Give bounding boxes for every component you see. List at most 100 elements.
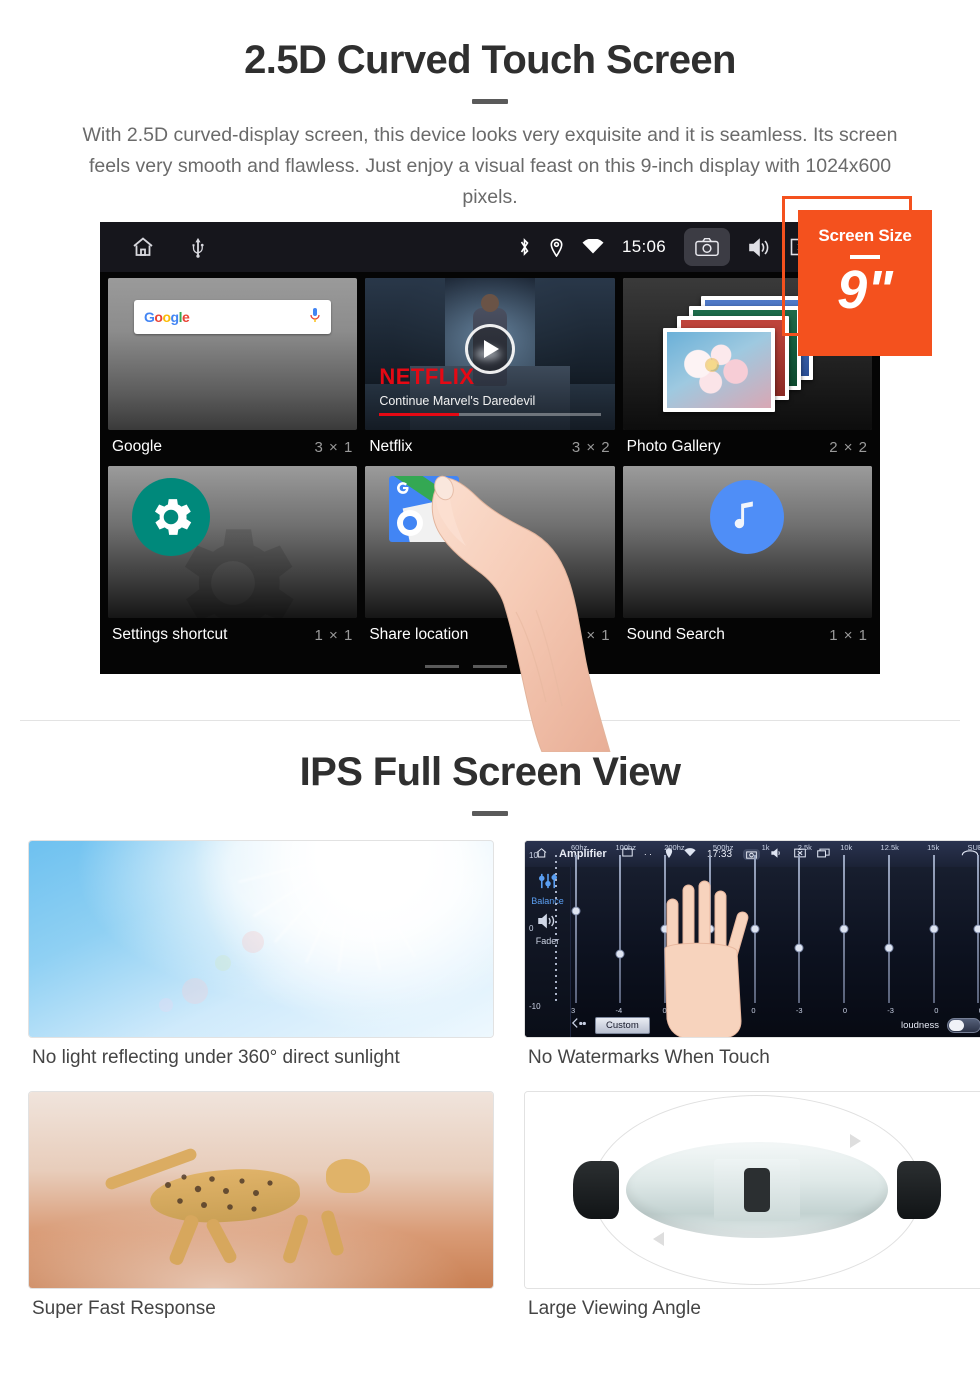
eq-slider[interactable] <box>839 855 849 1003</box>
netflix-brand: NETFLIX <box>379 364 475 389</box>
badge-title: Screen Size <box>818 226 912 245</box>
widget-label: Google <box>112 438 162 455</box>
widget-label: Netflix <box>369 438 413 455</box>
preset-prev-icon[interactable] <box>571 1016 587 1034</box>
feature-caption: No light reflecting under 360° direct su… <box>32 1047 400 1068</box>
eq-slider[interactable] <box>615 855 625 1003</box>
section2-title: IPS Full Screen View <box>299 750 681 794</box>
eq-slider[interactable] <box>929 855 939 1003</box>
eq-slider-knob[interactable] <box>973 924 980 934</box>
google-search-box[interactable]: Google <box>134 300 332 334</box>
loudness-label: loudness <box>900 1019 939 1031</box>
sunlight-sky-photo <box>28 840 494 1038</box>
eq-scale-mid: 0 <box>529 923 534 933</box>
feature-row-2: Super Fast Response Large Viewing Angle <box>0 1091 980 1334</box>
widget-label: Sound Search <box>626 626 725 643</box>
eq-band-label: 60hz <box>571 843 588 852</box>
eq-slider-knob[interactable] <box>929 924 939 934</box>
eq-band-label: 100hz <box>615 843 636 852</box>
eq-band-label: 15k <box>927 843 940 852</box>
page-dot-active[interactable] <box>521 665 555 668</box>
volume-icon[interactable] <box>748 237 772 258</box>
feature-card-viewing-angle: Large Viewing Angle <box>524 1091 980 1334</box>
eq-scale-bottom: -10 <box>529 1002 541 1011</box>
widget-size: 3 × 1 <box>314 438 354 456</box>
rotation-arrow-icon <box>653 1232 664 1246</box>
netflix-subtitle: Continue Marvel's Daredevil <box>379 394 536 408</box>
eq-slider-knob[interactable] <box>615 949 625 959</box>
eq-slider[interactable] <box>794 855 804 1003</box>
page-dot[interactable] <box>473 665 507 668</box>
eq-slider[interactable] <box>973 855 980 1003</box>
widget-label: Settings shortcut <box>112 626 228 643</box>
android-head-unit-screen: 15:06 Google Google 3 × 1 NETFLIX Contin… <box>100 222 880 674</box>
eq-band-labels: 60hz 100hz 200hz 500hz 1k 2.5k 10k 12.5k 15k SUB <box>571 843 980 852</box>
page-indicator[interactable] <box>100 665 880 668</box>
ips-full-screen-view-section: IPS Full Screen View <box>0 750 980 816</box>
widget-settings-shortcut[interactable]: Settings shortcut 1 × 1 <box>108 466 358 654</box>
photo-frame-blossom <box>662 328 775 412</box>
widget-netflix[interactable]: NETFLIX Continue Marvel's Daredevil Netf… <box>365 278 615 466</box>
curved-touch-screen-section: 2.5D Curved Touch Screen With 2.5D curve… <box>0 0 980 753</box>
eq-band-label: 10k <box>840 843 853 852</box>
eq-slider-knob[interactable] <box>571 906 580 915</box>
widget-row-1: Google Google 3 × 1 NETFLIX Continue Mar… <box>104 278 876 466</box>
rotation-arrow-icon <box>850 1134 861 1148</box>
feature-card-fast-response: Super Fast Response <box>28 1091 494 1334</box>
feature-row-1: No light reflecting under 360° direct su… <box>0 840 980 1083</box>
microphone-icon[interactable] <box>309 307 321 328</box>
widget-label: Photo Gallery <box>626 438 721 455</box>
loudness-toggle[interactable] <box>947 1017 980 1033</box>
badge-underline <box>850 255 880 259</box>
eq-band-label: 12.5k <box>880 843 899 852</box>
section2-title-underline <box>472 811 508 816</box>
eq-band-label: 500hz <box>712 843 734 852</box>
widget-size: 1 × 1 <box>314 626 354 644</box>
status-bar-clock: 15:06 <box>621 237 666 256</box>
eq-slider[interactable] <box>884 855 894 1003</box>
eq-slider-knob[interactable] <box>794 943 804 952</box>
eq-scale: 10 0 -10 <box>529 851 567 1011</box>
amplifier-equalizer-screenshot: Amplifier ·· 17:33 Balance Fader 60hz 10… <box>524 840 980 1038</box>
eq-value: -4 <box>615 1006 623 1015</box>
home-icon[interactable] <box>130 235 156 259</box>
eq-scale-top: 10 <box>529 851 538 860</box>
eq-value: 0 <box>842 1006 847 1015</box>
gear-icon <box>132 478 210 556</box>
widget-size: 1 × 1 <box>829 626 868 644</box>
eq-band-label: 200hz <box>664 843 685 852</box>
feature-caption: Large Viewing Angle <box>528 1298 701 1319</box>
music-note-icon <box>710 480 785 554</box>
screen-size-badge: Screen Size 9" <box>782 196 932 356</box>
feature-card-grid: No light reflecting under 360° direct su… <box>0 840 980 1342</box>
location-pin-icon <box>549 237 564 257</box>
bluetooth-icon <box>518 237 531 257</box>
feature-card-no-watermarks: Amplifier ·· 17:33 Balance Fader 60hz 10… <box>524 840 980 1083</box>
widget-label: Share location <box>369 626 469 643</box>
eq-value: -3 <box>795 1006 803 1015</box>
eq-band-label: SUB <box>967 843 980 852</box>
touching-hand-illustration <box>664 880 749 1037</box>
running-cheetah-photo <box>28 1091 494 1289</box>
eq-slider-knob[interactable] <box>839 924 849 934</box>
maps-location-icon <box>389 476 460 542</box>
title-underline <box>472 99 508 104</box>
widget-picker-grid: Google Google 3 × 1 NETFLIX Continue Mar… <box>100 272 880 674</box>
usb-icon <box>190 236 206 258</box>
wifi-icon <box>582 239 604 255</box>
widget-row-2: Settings shortcut 1 × 1 Share location 1… <box>104 466 876 654</box>
eq-slider-knob[interactable] <box>884 943 894 952</box>
widget-sound-search[interactable]: Sound Search 1 × 1 <box>622 466 872 654</box>
widget-google[interactable]: Google Google 3 × 1 <box>108 278 358 466</box>
page-dot[interactable] <box>425 665 459 668</box>
widget-share-location[interactable]: Share location 1 × 1 <box>365 466 615 654</box>
page-title: 2.5D Curved Touch Screen <box>244 38 736 82</box>
eq-value: -3 <box>887 1006 894 1015</box>
eq-slider[interactable] <box>571 855 580 1003</box>
car-top-view-illustration <box>524 1091 980 1289</box>
widget-size: 1 × 1 <box>571 626 611 644</box>
widget-size: 2 × 2 <box>829 438 868 456</box>
camera-icon[interactable] <box>684 228 730 266</box>
eq-value: 0 <box>934 1006 939 1015</box>
feature-caption: No Watermarks When Touch <box>528 1047 770 1068</box>
